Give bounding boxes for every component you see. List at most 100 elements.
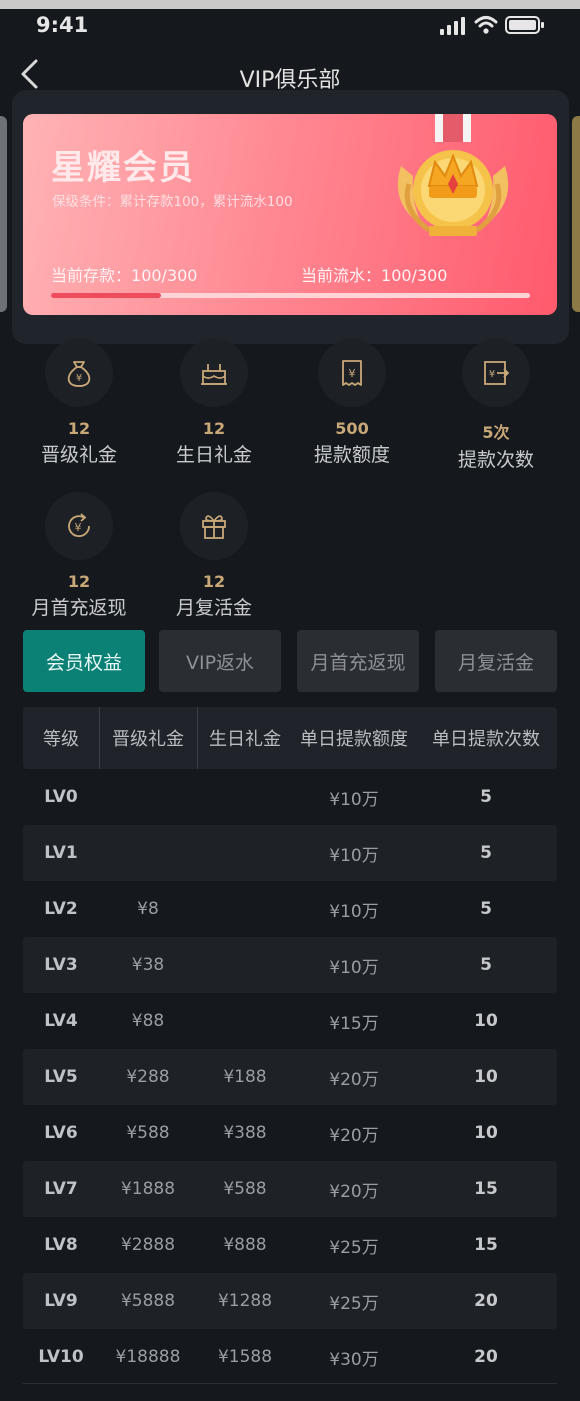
- svg-text:¥: ¥: [75, 521, 82, 534]
- cell-level: LV9: [44, 1291, 78, 1311]
- cell-daily-count: 5: [480, 899, 492, 919]
- svg-text:¥: ¥: [349, 367, 356, 380]
- carousel-prev-card[interactable]: [0, 116, 7, 312]
- cell-promotion-bonus: ¥38: [131, 955, 165, 975]
- carousel-next-card[interactable]: [572, 116, 580, 312]
- cell-daily-limit: ¥20万: [329, 1069, 379, 1090]
- turnover-value: 100/300: [381, 266, 448, 285]
- receipt-icon: ¥: [342, 360, 362, 386]
- current-turnover: 当前流水：100/300: [301, 262, 447, 286]
- cell-daily-limit: ¥10万: [329, 957, 379, 978]
- cell-daily-count: 20: [474, 1347, 498, 1367]
- cell-daily-count: 5: [480, 787, 492, 807]
- cell-daily-limit: ¥20万: [329, 1125, 379, 1146]
- cell-daily-count: 5: [480, 843, 492, 863]
- wifi-icon: [474, 16, 498, 34]
- cell-daily-limit: ¥10万: [329, 901, 379, 922]
- cell-birthday-bonus: ¥888: [223, 1235, 267, 1255]
- benefit-label: 月首充返现: [31, 597, 127, 619]
- benefit-item[interactable]: 12 月复活金: [154, 492, 274, 620]
- current-deposit: 当前存款：100/300: [51, 262, 197, 286]
- cell-daily-count: 20: [474, 1291, 498, 1311]
- header-promotion-bonus: 晋级礼金: [112, 729, 184, 750]
- cell-daily-count: 5: [480, 955, 492, 975]
- table-row: LV7 ¥1888 ¥588 ¥20万 15: [23, 1161, 557, 1217]
- level-progress-bar: [51, 293, 530, 298]
- cell-birthday-bonus: ¥388: [223, 1123, 267, 1143]
- cell-level: LV6: [44, 1123, 78, 1143]
- cell-birthday-bonus: [197, 881, 293, 937]
- header-birthday-bonus: 生日礼金: [209, 729, 281, 750]
- tab-vip-rebate[interactable]: VIP返水: [159, 630, 281, 692]
- cell-daily-limit: ¥25万: [329, 1237, 379, 1258]
- battery-icon: [505, 16, 544, 34]
- benefit-item[interactable]: 12 生日礼金: [154, 339, 274, 467]
- tab-first-deposit-cashback[interactable]: 月首充返现: [297, 630, 419, 692]
- cell-daily-limit: ¥25万: [329, 1293, 379, 1314]
- cell-level: LV5: [44, 1067, 78, 1087]
- table-bottom-divider: [23, 1383, 557, 1384]
- cell-daily-limit: ¥10万: [329, 845, 379, 866]
- cell-daily-count: 10: [474, 1011, 498, 1031]
- cell-level: LV2: [44, 899, 78, 919]
- cashback-icon: ¥: [68, 513, 90, 538]
- header-level: 等级: [43, 729, 79, 750]
- cell-birthday-bonus: [197, 769, 293, 825]
- withdraw-icon: ¥: [484, 361, 510, 385]
- header-daily-limit: 单日提款额度: [300, 729, 408, 750]
- benefit-label: 提款次数: [457, 449, 534, 471]
- cell-daily-limit: ¥10万: [329, 789, 379, 810]
- tab-monthly-revival[interactable]: 月复活金: [435, 630, 557, 692]
- keep-level-condition: 保级条件：累计存款100，累计流水100: [52, 194, 293, 210]
- benefit-value: 5次: [482, 423, 510, 442]
- table-row: LV9 ¥5888 ¥1288 ¥25万 20: [23, 1273, 557, 1329]
- birthday-cake-icon: [201, 364, 227, 385]
- benefit-value: 12: [202, 572, 226, 591]
- cell-birthday-bonus: ¥1588: [217, 1347, 273, 1367]
- cell-promotion-bonus: ¥5888: [120, 1291, 176, 1311]
- table-row: LV4 ¥88 ¥15万 10: [23, 993, 557, 1049]
- table-row: LV6 ¥588 ¥388 ¥20万 10: [23, 1105, 557, 1161]
- cell-birthday-bonus: ¥1288: [217, 1291, 273, 1311]
- vip-level-card[interactable]: 星耀会员 保级条件：累计存款100，累计流水100 当前存款：100/300 当…: [23, 114, 557, 315]
- cell-birthday-bonus: [197, 937, 293, 993]
- benefit-icon-circle: [180, 492, 248, 560]
- cell-promotion-bonus: ¥588: [126, 1123, 170, 1143]
- table-row: LV10 ¥18888 ¥1588 ¥30万 20: [23, 1329, 557, 1385]
- cell-level: LV10: [38, 1347, 84, 1367]
- top-strip: [0, 0, 580, 9]
- benefit-label: 晋级礼金: [40, 444, 117, 466]
- cell-daily-count: 15: [474, 1179, 498, 1199]
- benefit-icon-circle: ¥: [462, 339, 530, 407]
- benefit-item[interactable]: ¥ 5次 提款次数: [436, 339, 556, 472]
- table-row: LV1 ¥10万 5: [23, 825, 557, 881]
- benefit-item[interactable]: ¥ 12 晋级礼金: [19, 339, 139, 467]
- benefit-label: 提款额度: [313, 444, 390, 466]
- status-time: 9:41: [36, 13, 89, 37]
- svg-text:¥: ¥: [76, 373, 82, 384]
- status-bar: 9:41: [0, 9, 580, 43]
- cell-promotion-bonus: ¥2888: [120, 1235, 176, 1255]
- cell-birthday-bonus: ¥588: [223, 1179, 267, 1199]
- medal-crown-icon: [397, 114, 509, 236]
- table-row: LV2 ¥8 ¥10万 5: [23, 881, 557, 937]
- cell-promotion-bonus: ¥8: [137, 899, 159, 919]
- benefit-icon-circle: ¥: [45, 492, 113, 560]
- deposit-value: 100/300: [131, 266, 198, 285]
- benefit-icon-circle: ¥: [318, 339, 386, 407]
- cell-level: LV1: [44, 843, 78, 863]
- cell-daily-count: 15: [474, 1235, 498, 1255]
- cell-birthday-bonus: [197, 993, 293, 1049]
- cell-daily-limit: ¥20万: [329, 1181, 379, 1202]
- benefit-item[interactable]: ¥ 12 月首充返现: [19, 492, 139, 620]
- benefit-value: 12: [67, 419, 91, 438]
- header-daily-count: 单日提款次数: [432, 729, 540, 750]
- cell-level: LV0: [44, 787, 78, 807]
- table-row: LV3 ¥38 ¥10万 5: [23, 937, 557, 993]
- turnover-label: 当前流水：: [301, 266, 382, 285]
- table-row: LV0 ¥10万 5: [23, 769, 557, 825]
- cell-daily-count: 10: [474, 1067, 498, 1087]
- tab-member-benefits[interactable]: 会员权益: [23, 630, 145, 692]
- cell-promotion-bonus: ¥88: [131, 1011, 165, 1031]
- benefit-item[interactable]: ¥ 500 提款额度: [292, 339, 412, 467]
